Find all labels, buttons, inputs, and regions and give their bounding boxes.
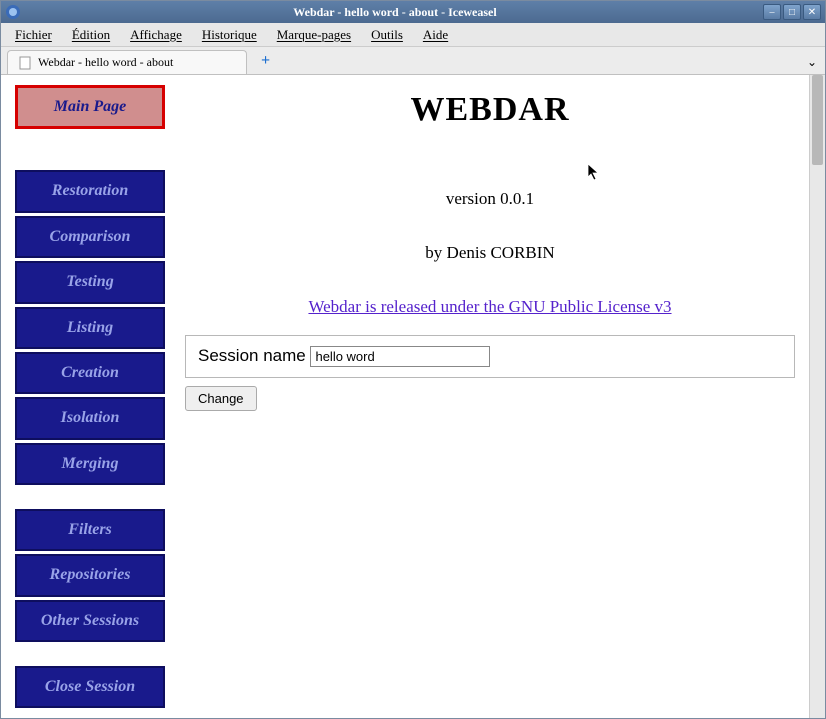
minimize-button[interactable]: ‒ [763, 4, 781, 20]
nav-close-session[interactable]: Close Session [15, 666, 165, 708]
browser-tab[interactable]: Webdar - hello word - about [7, 50, 247, 74]
scroll-thumb[interactable] [812, 75, 823, 165]
menu-fichier[interactable]: Fichier [7, 25, 60, 45]
menu-marquepages[interactable]: Marque-pages [269, 25, 359, 45]
nav-filters[interactable]: Filters [15, 509, 165, 551]
nav-comparison[interactable]: Comparison [15, 216, 165, 258]
window-title: Webdar - hello word - about - Iceweasel [27, 5, 763, 20]
close-button[interactable]: ✕ [803, 4, 821, 20]
tab-bar: Webdar - hello word - about + ⌄ [1, 47, 825, 75]
new-tab-button[interactable]: + [255, 52, 276, 74]
change-button[interactable]: Change [185, 386, 257, 411]
session-box: Session name [185, 335, 795, 378]
nav-isolation[interactable]: Isolation [15, 397, 165, 439]
nav-main-page[interactable]: Main Page [15, 85, 165, 129]
browser-window: Webdar - hello word - about - Iceweasel … [0, 0, 826, 719]
tab-label: Webdar - hello word - about [38, 55, 173, 70]
spacer [15, 488, 165, 506]
window-titlebar: Webdar - hello word - about - Iceweasel … [1, 1, 825, 23]
browser-menubar: Fichier Édition Affichage Historique Mar… [1, 23, 825, 47]
page-title: WEBDAR [185, 91, 795, 129]
version-text: version 0.0.1 [185, 189, 795, 209]
menu-affichage[interactable]: Affichage [122, 25, 190, 45]
app-icon [5, 4, 21, 20]
nav-testing[interactable]: Testing [15, 261, 165, 303]
nav-listing[interactable]: Listing [15, 307, 165, 349]
page: Main Page Restoration Comparison Testing… [1, 75, 809, 718]
menu-aide[interactable]: Aide [415, 25, 456, 45]
menu-historique[interactable]: Historique [194, 25, 265, 45]
session-name-input[interactable] [310, 346, 490, 367]
nav-other-sessions[interactable]: Other Sessions [15, 600, 165, 642]
main-content: WEBDAR version 0.0.1 by Denis CORBIN Web… [165, 85, 805, 708]
sidebar: Main Page Restoration Comparison Testing… [15, 85, 165, 708]
nav-merging[interactable]: Merging [15, 443, 165, 485]
nav-repositories[interactable]: Repositories [15, 554, 165, 596]
spacer [15, 645, 165, 663]
tabs-dropdown-icon[interactable]: ⌄ [807, 55, 817, 74]
maximize-button[interactable]: □ [783, 4, 801, 20]
menu-outils[interactable]: Outils [363, 25, 411, 45]
nav-restoration[interactable]: Restoration [15, 170, 165, 212]
session-label: Session name [198, 346, 306, 365]
author-text: by Denis CORBIN [185, 243, 795, 263]
content-area: Main Page Restoration Comparison Testing… [1, 75, 825, 718]
menu-edition[interactable]: Édition [64, 25, 118, 45]
vertical-scrollbar[interactable] [809, 75, 825, 718]
nav-creation[interactable]: Creation [15, 352, 165, 394]
page-icon [18, 56, 32, 70]
license-link[interactable]: Webdar is released under the GNU Public … [308, 297, 671, 317]
